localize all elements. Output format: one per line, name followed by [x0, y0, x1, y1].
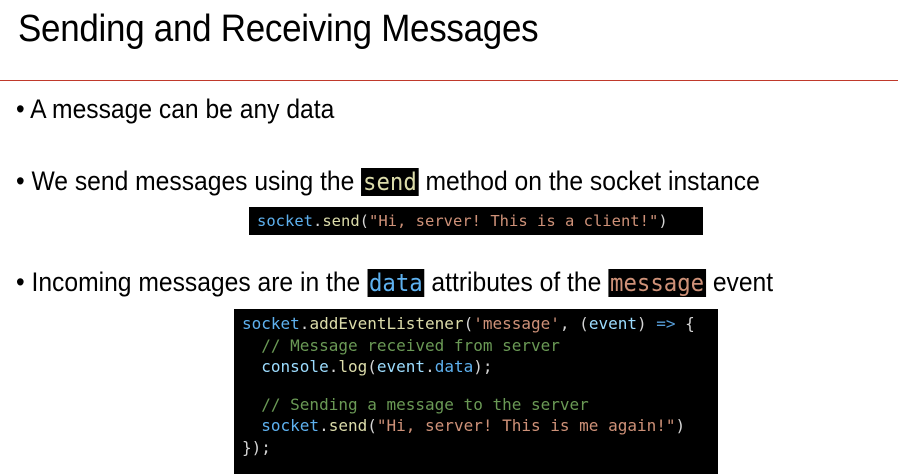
code-token: event	[588, 314, 637, 333]
code-token: .	[319, 416, 329, 435]
code-token: socket	[257, 212, 313, 230]
code-token: )	[658, 212, 668, 230]
code-token: 'message'	[473, 314, 560, 333]
code-token: {	[675, 314, 695, 333]
bullet-incoming-messages: • Incoming messages are in the data attr…	[16, 267, 773, 298]
code-token: console	[261, 357, 329, 376]
code-token: // Message received from server	[242, 335, 560, 355]
code-token: });	[242, 437, 271, 457]
code-line: // Sending a message to the server	[242, 394, 718, 416]
code-token: socket	[261, 416, 320, 435]
code-token: .	[299, 314, 310, 333]
code-token: )	[636, 314, 657, 333]
code-line: console.log(event.data);	[242, 356, 718, 378]
code-line: socket.send("Hi, server! This is me agai…	[242, 415, 718, 437]
bullet-text: event	[705, 267, 774, 297]
code-token: )	[675, 416, 686, 435]
code-token: send	[322, 212, 360, 230]
code-token: , (	[559, 314, 589, 333]
bullet-marker: •	[16, 267, 25, 297]
code-token: (	[367, 357, 377, 376]
bullet-text: Incoming messages are in the	[31, 267, 368, 297]
bullet-text: method on the socket instance	[418, 166, 760, 196]
bullet-any-data: • A message can be any data	[16, 94, 334, 125]
bullet-text: attributes of the	[424, 267, 609, 297]
title-divider	[0, 80, 898, 81]
code-token: "Hi, server! This is a client!"	[369, 212, 659, 230]
code-line: socket.send("Hi, server! This is a clien…	[257, 207, 703, 235]
bullet-send-method: • We send messages using the send method…	[16, 166, 760, 197]
inline-code-message: message	[608, 269, 706, 297]
code-token: log	[338, 357, 368, 376]
bullet-text: A message can be any data	[30, 94, 335, 124]
inline-code-send: send	[361, 168, 419, 196]
code-block-listener: socket.addEventListener('message', (even…	[234, 309, 718, 474]
code-token: (	[463, 314, 474, 333]
code-line: socket.addEventListener('message', (even…	[242, 313, 718, 335]
code-token: addEventListener	[309, 314, 464, 333]
code-token: "Hi, server! This is me again!"	[376, 416, 676, 435]
code-token: socket	[242, 314, 300, 333]
code-token: =>	[656, 314, 676, 333]
code-token: .	[313, 212, 323, 230]
inline-code-data: data	[367, 269, 425, 297]
code-token: .	[425, 357, 435, 376]
code-line: });	[242, 437, 718, 459]
code-token: .	[328, 357, 339, 376]
code-token: data	[434, 357, 474, 376]
code-token: );	[473, 357, 493, 376]
code-line: // Message received from server	[242, 335, 718, 357]
code-token: event	[376, 357, 426, 376]
bullet-marker: •	[16, 94, 25, 124]
slide-title: Sending and Receiving Messages	[18, 8, 539, 50]
bullet-text: We send messages using the	[31, 166, 362, 196]
code-block-send: socket.send("Hi, server! This is a clien…	[249, 207, 703, 235]
code-token: (	[359, 212, 370, 230]
code-token: // Sending a message to the server	[242, 394, 589, 414]
bullet-marker: •	[16, 166, 25, 196]
code-token: (	[367, 416, 377, 435]
code-token: send	[328, 416, 368, 435]
